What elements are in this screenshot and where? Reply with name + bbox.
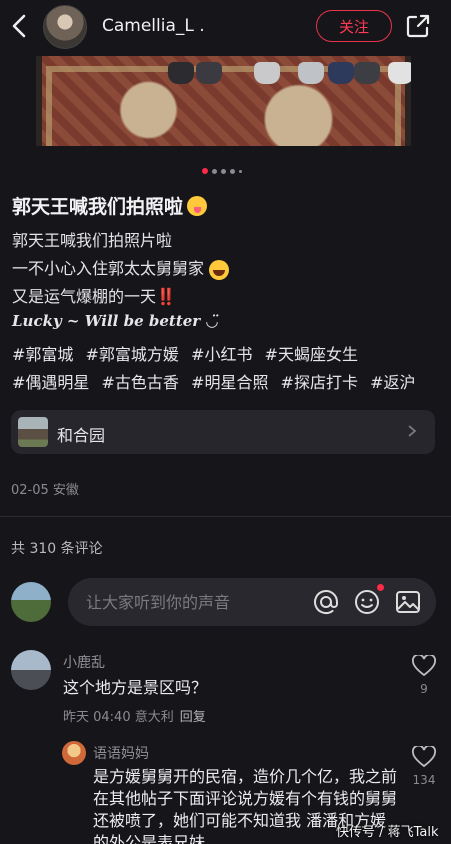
post-image[interactable] — [36, 56, 411, 146]
emoji-icon[interactable] — [354, 589, 380, 615]
shoe-shape — [298, 62, 324, 84]
watermark: 快传号 / 蒋飞Talk — [336, 825, 439, 840]
hashtag[interactable]: #探店打卡 — [281, 373, 358, 392]
hashtag[interactable]: #返沪 — [370, 373, 415, 392]
comment-text: 这个地方是景区吗？ — [63, 678, 208, 697]
image-icon[interactable] — [395, 589, 421, 615]
hashtag-list: #郭富城 #郭富城方媛 #小红书 #天蝎座女生 #偶遇明星 #古色古香 #明星合… — [12, 341, 442, 397]
post-body-line: 一不小心入住郭太太舅舅家 — [12, 255, 230, 280]
author-username[interactable]: Camellia_L . — [102, 16, 205, 36]
like-count: 134 — [412, 773, 436, 787]
comment-count: 共 310 条评论 — [11, 541, 103, 557]
shoe-shape — [196, 62, 222, 84]
heart-icon[interactable] — [412, 746, 436, 768]
hashtag[interactable]: #天蝎座女生 — [265, 345, 358, 364]
like-count: 9 — [420, 682, 428, 696]
post-title: 郭天王喊我们拍照啦 — [12, 192, 208, 219]
divider — [0, 516, 451, 517]
location-card[interactable]: 和合园 — [11, 410, 435, 454]
comment-input-box[interactable] — [68, 578, 436, 626]
notification-dot — [377, 584, 384, 591]
author-avatar[interactable] — [43, 5, 87, 49]
share-icon[interactable] — [404, 12, 432, 40]
carousel-dot — [230, 168, 235, 174]
shoe-shape — [168, 62, 194, 84]
hashtag[interactable]: #古色古香 — [102, 373, 179, 392]
carousel-dot — [221, 168, 226, 174]
heart-icon[interactable] — [412, 655, 436, 677]
comment-meta: 昨天 04:40 意大利 回复 — [63, 706, 206, 725]
image-frame-left — [36, 56, 42, 146]
follow-button[interactable]: 关注 — [316, 10, 392, 42]
reply-button[interactable]: 回复 — [180, 710, 206, 725]
comment-input[interactable] — [86, 590, 296, 614]
shoe-shape — [254, 62, 280, 84]
shoe-shape — [388, 62, 411, 84]
commenter-name[interactable]: 小鹿乱 — [63, 652, 105, 672]
post-signature: Lucky ~ Will be better ◡̈ — [12, 312, 219, 330]
rofl-emoji-icon — [209, 259, 230, 280]
shoe-shape — [328, 62, 354, 84]
carousel-dot — [239, 169, 242, 173]
post-body-line: 郭天王喊我们拍照片啦 — [12, 231, 173, 250]
carousel-dot — [202, 168, 208, 174]
back-arrow-icon[interactable] — [8, 12, 30, 40]
shoe-shape — [354, 62, 380, 84]
tongue-emoji-icon — [187, 195, 208, 216]
hashtag[interactable]: #郭富城 — [12, 345, 73, 364]
carousel-dot — [212, 168, 217, 174]
comment-time: 昨天 04:40 意大利 — [63, 710, 174, 725]
commenter-name[interactable]: 语语妈妈 — [93, 743, 149, 763]
post-body-text: 一不小心入住郭太太舅舅家 — [12, 259, 205, 278]
chevron-right-icon — [408, 425, 417, 437]
hashtag[interactable]: #郭富城方媛 — [86, 345, 179, 364]
location-thumbnail — [18, 417, 48, 447]
top-bar: Camellia_L . 关注 — [0, 0, 451, 56]
my-avatar — [11, 582, 51, 622]
commenter-avatar[interactable] — [62, 741, 86, 765]
hashtag[interactable]: #小红书 — [191, 345, 252, 364]
post-date-location: 02-05 安徽 — [11, 483, 79, 498]
post-title-text: 郭天王喊我们拍照啦 — [12, 196, 184, 218]
mention-icon[interactable] — [313, 589, 339, 615]
hashtag[interactable]: #偶遇明星 — [12, 373, 89, 392]
post-body-line: 又是运气爆棚的一天‼️ — [12, 287, 176, 306]
commenter-avatar[interactable] — [11, 650, 51, 690]
location-name: 和合园 — [57, 426, 106, 445]
hashtag[interactable]: #明星合照 — [191, 373, 268, 392]
carousel-indicator — [202, 168, 242, 174]
